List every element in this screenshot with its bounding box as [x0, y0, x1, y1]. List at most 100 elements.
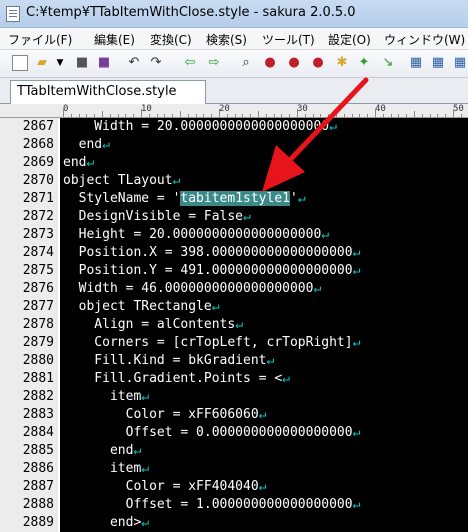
ruler-tick — [437, 114, 439, 117]
ruler-mark: 30 — [297, 104, 308, 114]
replace-icon[interactable]: ● — [310, 55, 326, 71]
code-text: end↵ — [63, 155, 95, 170]
ruler-tick — [78, 114, 80, 117]
open-folder-icon[interactable]: ▰ — [34, 55, 50, 71]
undo-icon[interactable]: ↶ — [126, 55, 142, 71]
ruler-tick — [63, 109, 64, 117]
line-number: 2887 — [22, 479, 54, 494]
selected-text[interactable]: tabitem1style1 — [180, 191, 290, 206]
ruler-tick — [406, 114, 408, 117]
ruler-tick — [70, 114, 72, 117]
code-line[interactable]: 2887 Color = xFF404040↵ — [0, 478, 468, 496]
newline-marker: ↵ — [102, 137, 110, 152]
ruler-tick — [351, 114, 353, 117]
ruler-tick — [367, 114, 369, 117]
code-line[interactable]: 2872 DesignVisible = False↵ — [0, 208, 468, 226]
document-icon — [6, 6, 20, 22]
code-line[interactable]: 2889 end>↵ — [0, 514, 468, 532]
editor[interactable]: 0 10 20 30 40 50 2867 Width = 20.000000000000… — [0, 104, 468, 532]
type-icon[interactable]: ▦ — [452, 55, 468, 71]
back-icon[interactable]: ⇦ — [182, 55, 198, 71]
tab-document[interactable]: TTabItemWithClose.style — [10, 80, 206, 104]
ruler-mark: 50 — [453, 104, 464, 114]
ruler-tick — [312, 114, 314, 117]
code-line[interactable]: 2884 Offset = 0.000000000000000000↵ — [0, 424, 468, 442]
newline-marker: ↵ — [352, 425, 361, 440]
line-number: 2883 — [22, 407, 54, 422]
code-line[interactable]: 2875 Position.Y = 491.000000000000000000… — [0, 262, 468, 280]
ruler-tick — [460, 114, 462, 117]
ruler-tick — [94, 114, 96, 117]
search-icon[interactable]: ⌕ — [238, 55, 254, 71]
ruler-tick — [172, 114, 174, 117]
code-line[interactable]: 2888 Offset = 1.000000000000000000↵ — [0, 496, 468, 514]
newline-marker: ↵ — [352, 335, 361, 350]
code-text: Color = xFF404040↵ — [63, 479, 267, 494]
line-number: 2876 — [22, 281, 54, 296]
newline-marker: ↵ — [297, 191, 306, 206]
settings-icon[interactable]: ▦ — [408, 55, 424, 71]
find-prev-icon[interactable]: ● — [262, 55, 278, 71]
code-line[interactable]: 2868 end↵ — [0, 136, 468, 154]
code-line[interactable]: 2876 Width = 46.0000000000000000000↵ — [0, 280, 468, 298]
code-text: StyleName = 'tabitem1style1'↵ — [63, 191, 306, 206]
code-line[interactable]: 2878 Align = alContents↵ — [0, 316, 468, 334]
grep-icon[interactable]: ✦ — [356, 55, 372, 71]
ruler-tick — [328, 114, 330, 117]
mark-icon[interactable]: ✱ — [334, 55, 350, 71]
code-line[interactable]: 2879 Corners = [crTopLeft, crTopRight]↵ — [0, 334, 468, 352]
window-title: C:¥temp¥TTabItemWithClose.style - sakura… — [26, 5, 356, 20]
code-line[interactable]: 2867 Width = 20.0000000000000000000↵ — [0, 118, 468, 136]
dropdown-icon[interactable]: ▼ — [52, 55, 68, 71]
menu-file[interactable]: ファイル(F) — [8, 31, 72, 48]
new-file-icon[interactable] — [12, 55, 28, 71]
menu-window[interactable]: ウィンドウ(W) — [384, 31, 465, 48]
ruler-tick — [390, 114, 392, 117]
code-line[interactable]: 2873 Height = 20.0000000000000000000↵ — [0, 226, 468, 244]
code-line[interactable]: 2886 item↵ — [0, 460, 468, 478]
ruler-tick — [203, 114, 205, 117]
code-line[interactable]: 2880 Fill.Kind = bkGradient↵ — [0, 352, 468, 370]
ruler-tick — [86, 114, 88, 117]
find-next-icon[interactable]: ● — [286, 55, 302, 71]
code-text: object TRectangle↵ — [63, 299, 220, 314]
ruler-tick — [265, 114, 267, 117]
ruler-tick — [398, 114, 400, 117]
ruler-tick — [421, 114, 423, 117]
newline-marker: ↵ — [141, 515, 150, 530]
ruler-tick — [109, 114, 111, 117]
code-line[interactable]: 2881 Fill.Gradient.Points = <↵ — [0, 370, 468, 388]
ruler-tick — [289, 114, 291, 117]
code-line[interactable]: 2883 Color = xFF606060↵ — [0, 406, 468, 424]
jump-icon[interactable]: ↘ — [380, 55, 396, 71]
save-all-icon[interactable]: ■ — [96, 55, 112, 71]
line-number: 2872 — [22, 209, 54, 224]
menu-edit[interactable]: 編集(E) — [94, 31, 135, 48]
code-line[interactable]: 2882 item↵ — [0, 388, 468, 406]
font-icon[interactable]: ▦ — [430, 55, 446, 71]
ruler-tick — [414, 111, 415, 117]
menu-tools[interactable]: ツール(T) — [262, 31, 315, 48]
menu-settings[interactable]: 設定(O) — [328, 31, 371, 48]
code-line[interactable]: 2871 StyleName = 'tabitem1style1'↵ — [0, 190, 468, 208]
code-line[interactable]: 2870 object TLayout↵ — [0, 172, 468, 190]
code-line[interactable]: 2874 Position.X = 398.000000000000000000… — [0, 244, 468, 262]
redo-icon[interactable]: ↷ — [148, 55, 164, 71]
newline-marker: ↵ — [243, 209, 251, 224]
ruler-tick — [250, 114, 252, 117]
line-number: 2886 — [22, 461, 54, 476]
code-line[interactable]: 2869 end↵ — [0, 154, 468, 172]
forward-icon[interactable]: ⇨ — [206, 55, 222, 71]
code-text: Corners = [crTopLeft, crTopRight]↵ — [63, 335, 361, 350]
ruler-tick — [117, 114, 119, 117]
menu-search[interactable]: 検索(S) — [206, 31, 247, 48]
menu-convert[interactable]: 変換(C) — [150, 31, 192, 48]
ruler-mark: 20 — [219, 104, 230, 114]
save-icon[interactable]: ■ — [74, 55, 90, 71]
line-number: 2884 — [22, 425, 54, 440]
code-line[interactable]: 2885 end↵ — [0, 442, 468, 460]
title-bar: C:¥temp¥TTabItemWithClose.style - sakura… — [0, 0, 468, 28]
code-line[interactable]: 2877 object TRectangle↵ — [0, 298, 468, 316]
newline-marker: ↵ — [313, 281, 322, 296]
line-number: 2881 — [22, 371, 54, 386]
